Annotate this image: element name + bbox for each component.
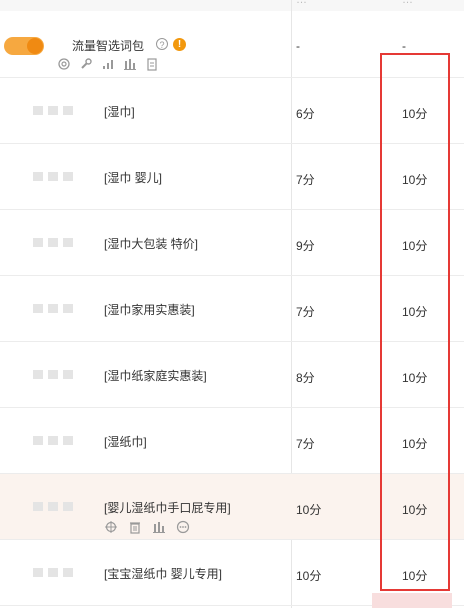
- trend-chart-icon[interactable]: [101, 57, 115, 71]
- quality-score: 7分: [296, 173, 315, 187]
- info-icon[interactable]: !: [173, 38, 186, 51]
- bar-chart-icon[interactable]: [152, 520, 166, 534]
- keyword-text: [湿巾大包装 特价]: [104, 237, 199, 251]
- row-checkboxes[interactable]: [33, 568, 73, 577]
- relevance-score: 10分: [402, 305, 428, 319]
- quality-score: 8分: [296, 371, 315, 385]
- keyword-row: [湿巾 婴儿] 7分 10分: [0, 144, 464, 210]
- wrench-icon[interactable]: [79, 57, 93, 71]
- relevance-score: 10分: [402, 107, 428, 121]
- keyword-text: [湿巾纸家庭实惠装]: [104, 369, 207, 383]
- keyword-row: [湿纸巾] 7分 10分: [0, 408, 464, 474]
- quality-score: 7分: [296, 437, 315, 451]
- keyword-text: [宝宝湿纸巾 婴儿专用]: [104, 567, 223, 581]
- row-checkboxes[interactable]: [33, 502, 73, 511]
- target-icon[interactable]: [104, 520, 118, 534]
- help-icon[interactable]: ?: [156, 38, 168, 50]
- quality-score: 10分: [296, 503, 322, 517]
- relevance-score: 10分: [402, 239, 428, 253]
- quality-score: 7分: [296, 305, 315, 319]
- package-row: 流量智选词包 ? ! - -: [0, 11, 464, 78]
- package-toggle[interactable]: [4, 37, 44, 55]
- keyword-text: [湿巾家用实惠装]: [104, 303, 195, 317]
- settings-icon[interactable]: [57, 57, 71, 71]
- more-icon[interactable]: [176, 520, 190, 534]
- keyword-text: [湿巾 婴儿]: [104, 171, 163, 185]
- keyword-text: [湿纸巾]: [104, 435, 147, 449]
- relevance-score: 10分: [402, 371, 428, 385]
- header-col-b: …: [402, 0, 413, 6]
- relevance-score: 10分: [402, 503, 428, 517]
- relevance-score: 10分: [402, 569, 428, 583]
- toggle-knob: [27, 38, 43, 54]
- row-checkboxes[interactable]: [33, 436, 73, 445]
- row-checkboxes[interactable]: [33, 172, 73, 181]
- relevance-score: 10分: [402, 437, 428, 451]
- keyword-row: [湿巾纸家庭实惠装] 8分 10分: [0, 342, 464, 408]
- quality-score: 6分: [296, 107, 315, 121]
- quality-score: 10分: [296, 569, 322, 583]
- table-header: … …: [0, 0, 464, 11]
- row-checkboxes[interactable]: [33, 370, 73, 379]
- keyword-row: [湿巾家用实惠装] 7分 10分: [0, 276, 464, 342]
- package-col-a: -: [296, 39, 300, 53]
- clipboard-icon[interactable]: [145, 57, 159, 71]
- partial-pink-element: [372, 593, 452, 608]
- keyword-text: [婴儿湿纸巾手口屁专用]: [104, 501, 231, 515]
- package-title: 流量智选词包: [72, 39, 145, 53]
- package-col-b: -: [402, 39, 406, 53]
- row-checkboxes[interactable]: [33, 304, 73, 313]
- quality-score: 9分: [296, 239, 315, 253]
- keyword-row-hovered: [婴儿湿纸巾手口屁专用] 10分 10分: [0, 474, 464, 540]
- bar-chart-icon[interactable]: [123, 57, 137, 71]
- row-checkboxes[interactable]: [33, 238, 73, 247]
- relevance-score: 10分: [402, 173, 428, 187]
- row-actions: [104, 520, 190, 534]
- header-col-a: …: [296, 0, 307, 6]
- keyword-row: [湿巾大包装 特价] 9分 10分: [0, 210, 464, 276]
- package-tools: [57, 57, 159, 71]
- keyword-text: [湿巾]: [104, 105, 135, 119]
- trash-icon[interactable]: [128, 520, 142, 534]
- keyword-row: [湿巾] 6分 10分: [0, 78, 464, 144]
- row-checkboxes[interactable]: [33, 106, 73, 115]
